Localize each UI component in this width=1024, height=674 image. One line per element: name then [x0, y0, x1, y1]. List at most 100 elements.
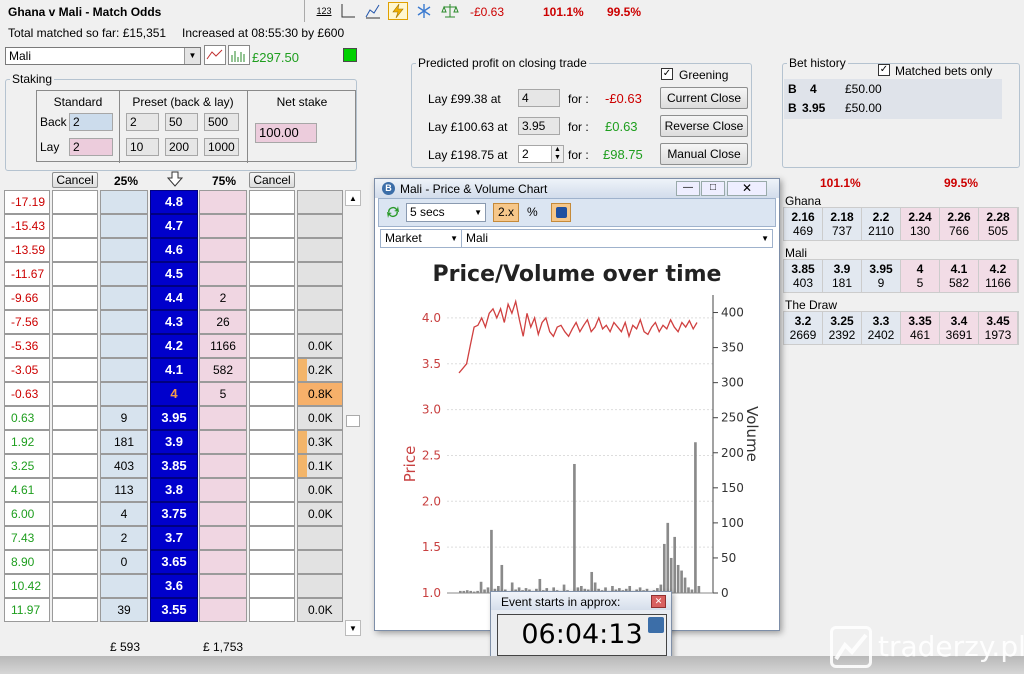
back-price-cell[interactable]: 3.25 2392	[823, 312, 862, 344]
close-icon[interactable]: ✕	[727, 181, 767, 196]
back-volume-cell[interactable]	[100, 574, 148, 598]
back-stake-cell[interactable]	[52, 238, 98, 262]
lay-volume-cell[interactable]	[199, 214, 247, 238]
back-volume-cell[interactable]	[100, 334, 148, 358]
back-price-cell[interactable]: 3.9 181	[823, 260, 862, 292]
chevron-down-icon[interactable]: ▼	[184, 48, 200, 64]
chart-titlebar[interactable]: B Mali - Price & Volume Chart — □ ✕	[375, 179, 779, 198]
close-odds-input-1[interactable]: 4	[518, 89, 560, 107]
lay-volume-cell[interactable]	[199, 454, 247, 478]
lay-stake-cell[interactable]	[249, 550, 295, 574]
back-volume-cell[interactable]	[100, 262, 148, 286]
percent-toggle[interactable]: %	[527, 205, 538, 219]
maximize-icon[interactable]: □	[701, 181, 725, 196]
lay-stake-cell[interactable]	[249, 502, 295, 526]
scroll-thumb[interactable]	[346, 415, 360, 427]
back-stake-cell[interactable]	[52, 454, 98, 478]
zoom-toggle[interactable]: 2.x	[493, 203, 519, 222]
back-volume-cell[interactable]: 181	[100, 430, 148, 454]
back-volume-cell[interactable]	[100, 190, 148, 214]
back-stake-cell[interactable]	[52, 430, 98, 454]
back-volume-cell[interactable]: 39	[100, 598, 148, 622]
lay-stake-cell[interactable]	[249, 214, 295, 238]
pin-icon[interactable]	[551, 203, 571, 222]
lay-volume-cell[interactable]: 1166	[199, 334, 247, 358]
back-stake-cell[interactable]	[52, 358, 98, 382]
back-stake-cell[interactable]	[52, 526, 98, 550]
back-volume-cell[interactable]	[100, 310, 148, 334]
back-stake-cell[interactable]	[52, 502, 98, 526]
pin-icon[interactable]	[648, 617, 664, 633]
lay-volume-cell[interactable]	[199, 478, 247, 502]
number-format-icon[interactable]: 123	[314, 2, 334, 20]
preset-back-3[interactable]: 500	[204, 113, 239, 131]
back-volume-cell[interactable]: 113	[100, 478, 148, 502]
lay-volume-cell[interactable]: 582	[199, 358, 247, 382]
back-price-cell[interactable]: 2.2 2110	[862, 208, 901, 240]
volume-chart-icon[interactable]	[228, 45, 250, 65]
scroll-up-icon[interactable]: ▲	[345, 190, 361, 206]
back-price-cell[interactable]: 3.2 2669	[784, 312, 823, 344]
lay-price-cell[interactable]: 3.35 461	[901, 312, 940, 344]
lay-volume-cell[interactable]	[199, 262, 247, 286]
chevron-down-icon[interactable]: ▼	[761, 230, 769, 247]
market-selector[interactable]: Market ▼	[380, 229, 462, 248]
back-price-cell[interactable]: 2.18 737	[823, 208, 862, 240]
back-price-cell[interactable]: 2.16 469	[784, 208, 823, 240]
back-volume-cell[interactable]: 2	[100, 526, 148, 550]
refresh-icon[interactable]	[385, 204, 401, 220]
back-volume-cell[interactable]: 9	[100, 406, 148, 430]
scales-icon[interactable]	[440, 2, 460, 20]
back-stake-cell[interactable]	[52, 190, 98, 214]
lay-volume-cell[interactable]	[199, 550, 247, 574]
cancel-back-button[interactable]: Cancel	[52, 172, 98, 188]
back-volume-cell[interactable]: 0	[100, 550, 148, 574]
back-price-cell[interactable]: 3.85 403	[784, 260, 823, 292]
lay-price-cell[interactable]: 4.2 1166	[979, 260, 1018, 292]
back-volume-cell[interactable]: 4	[100, 502, 148, 526]
back-stake-input[interactable]: 2	[69, 113, 113, 131]
lay-stake-cell[interactable]	[249, 190, 295, 214]
back-price-cell[interactable]: 3.95 9	[862, 260, 901, 292]
down-arrow-icon[interactable]	[166, 171, 184, 187]
back-stake-cell[interactable]	[52, 550, 98, 574]
net-stake-input[interactable]: 100.00	[255, 123, 317, 143]
lay-price-cell[interactable]: 45	[901, 260, 940, 292]
lay-price-cell[interactable]: 3.45 1973	[979, 312, 1018, 344]
lay-volume-cell[interactable]	[199, 430, 247, 454]
lay-price-cell[interactable]: 2.26 766	[940, 208, 979, 240]
close-odds-input-2[interactable]: 3.95	[518, 117, 560, 135]
lay-volume-cell[interactable]	[199, 502, 247, 526]
lay-stake-cell[interactable]	[249, 286, 295, 310]
reverse-close-button[interactable]: Reverse Close	[660, 115, 748, 137]
lay-stake-cell[interactable]	[249, 574, 295, 598]
lay-stake-cell[interactable]	[249, 454, 295, 478]
lay-stake-cell[interactable]	[249, 262, 295, 286]
preset-back-1[interactable]: 2	[126, 113, 159, 131]
lay-volume-cell[interactable]	[199, 406, 247, 430]
back-volume-cell[interactable]	[100, 238, 148, 262]
axis-icon[interactable]	[338, 2, 358, 20]
chart-icon[interactable]	[363, 2, 383, 20]
close-icon[interactable]: ✕	[651, 595, 666, 608]
back-volume-cell[interactable]	[100, 214, 148, 238]
lay-price-cell[interactable]: 2.28 505	[979, 208, 1018, 240]
back-price-cell[interactable]: 3.3 2402	[862, 312, 901, 344]
lay-stake-cell[interactable]	[249, 358, 295, 382]
back-stake-cell[interactable]	[52, 406, 98, 430]
lay-volume-cell[interactable]	[199, 574, 247, 598]
back-stake-cell[interactable]	[52, 574, 98, 598]
back-stake-cell[interactable]	[52, 214, 98, 238]
back-stake-cell[interactable]	[52, 478, 98, 502]
preset-lay-1[interactable]: 10	[126, 138, 159, 156]
selection-dropdown[interactable]: Mali ▼	[5, 47, 201, 65]
back-volume-cell[interactable]	[100, 358, 148, 382]
chevron-down-icon[interactable]: ▼	[474, 204, 482, 221]
lay-stake-input[interactable]: 2	[69, 138, 113, 156]
lay-volume-cell[interactable]	[199, 190, 247, 214]
countdown-window[interactable]: Event starts in approx: ✕ 06:04:13	[490, 591, 672, 661]
preset-back-2[interactable]: 50	[165, 113, 198, 131]
lay-stake-cell[interactable]	[249, 238, 295, 262]
matched-only-checkbox[interactable]: ✓	[878, 64, 890, 76]
current-close-button[interactable]: Current Close	[660, 87, 748, 109]
